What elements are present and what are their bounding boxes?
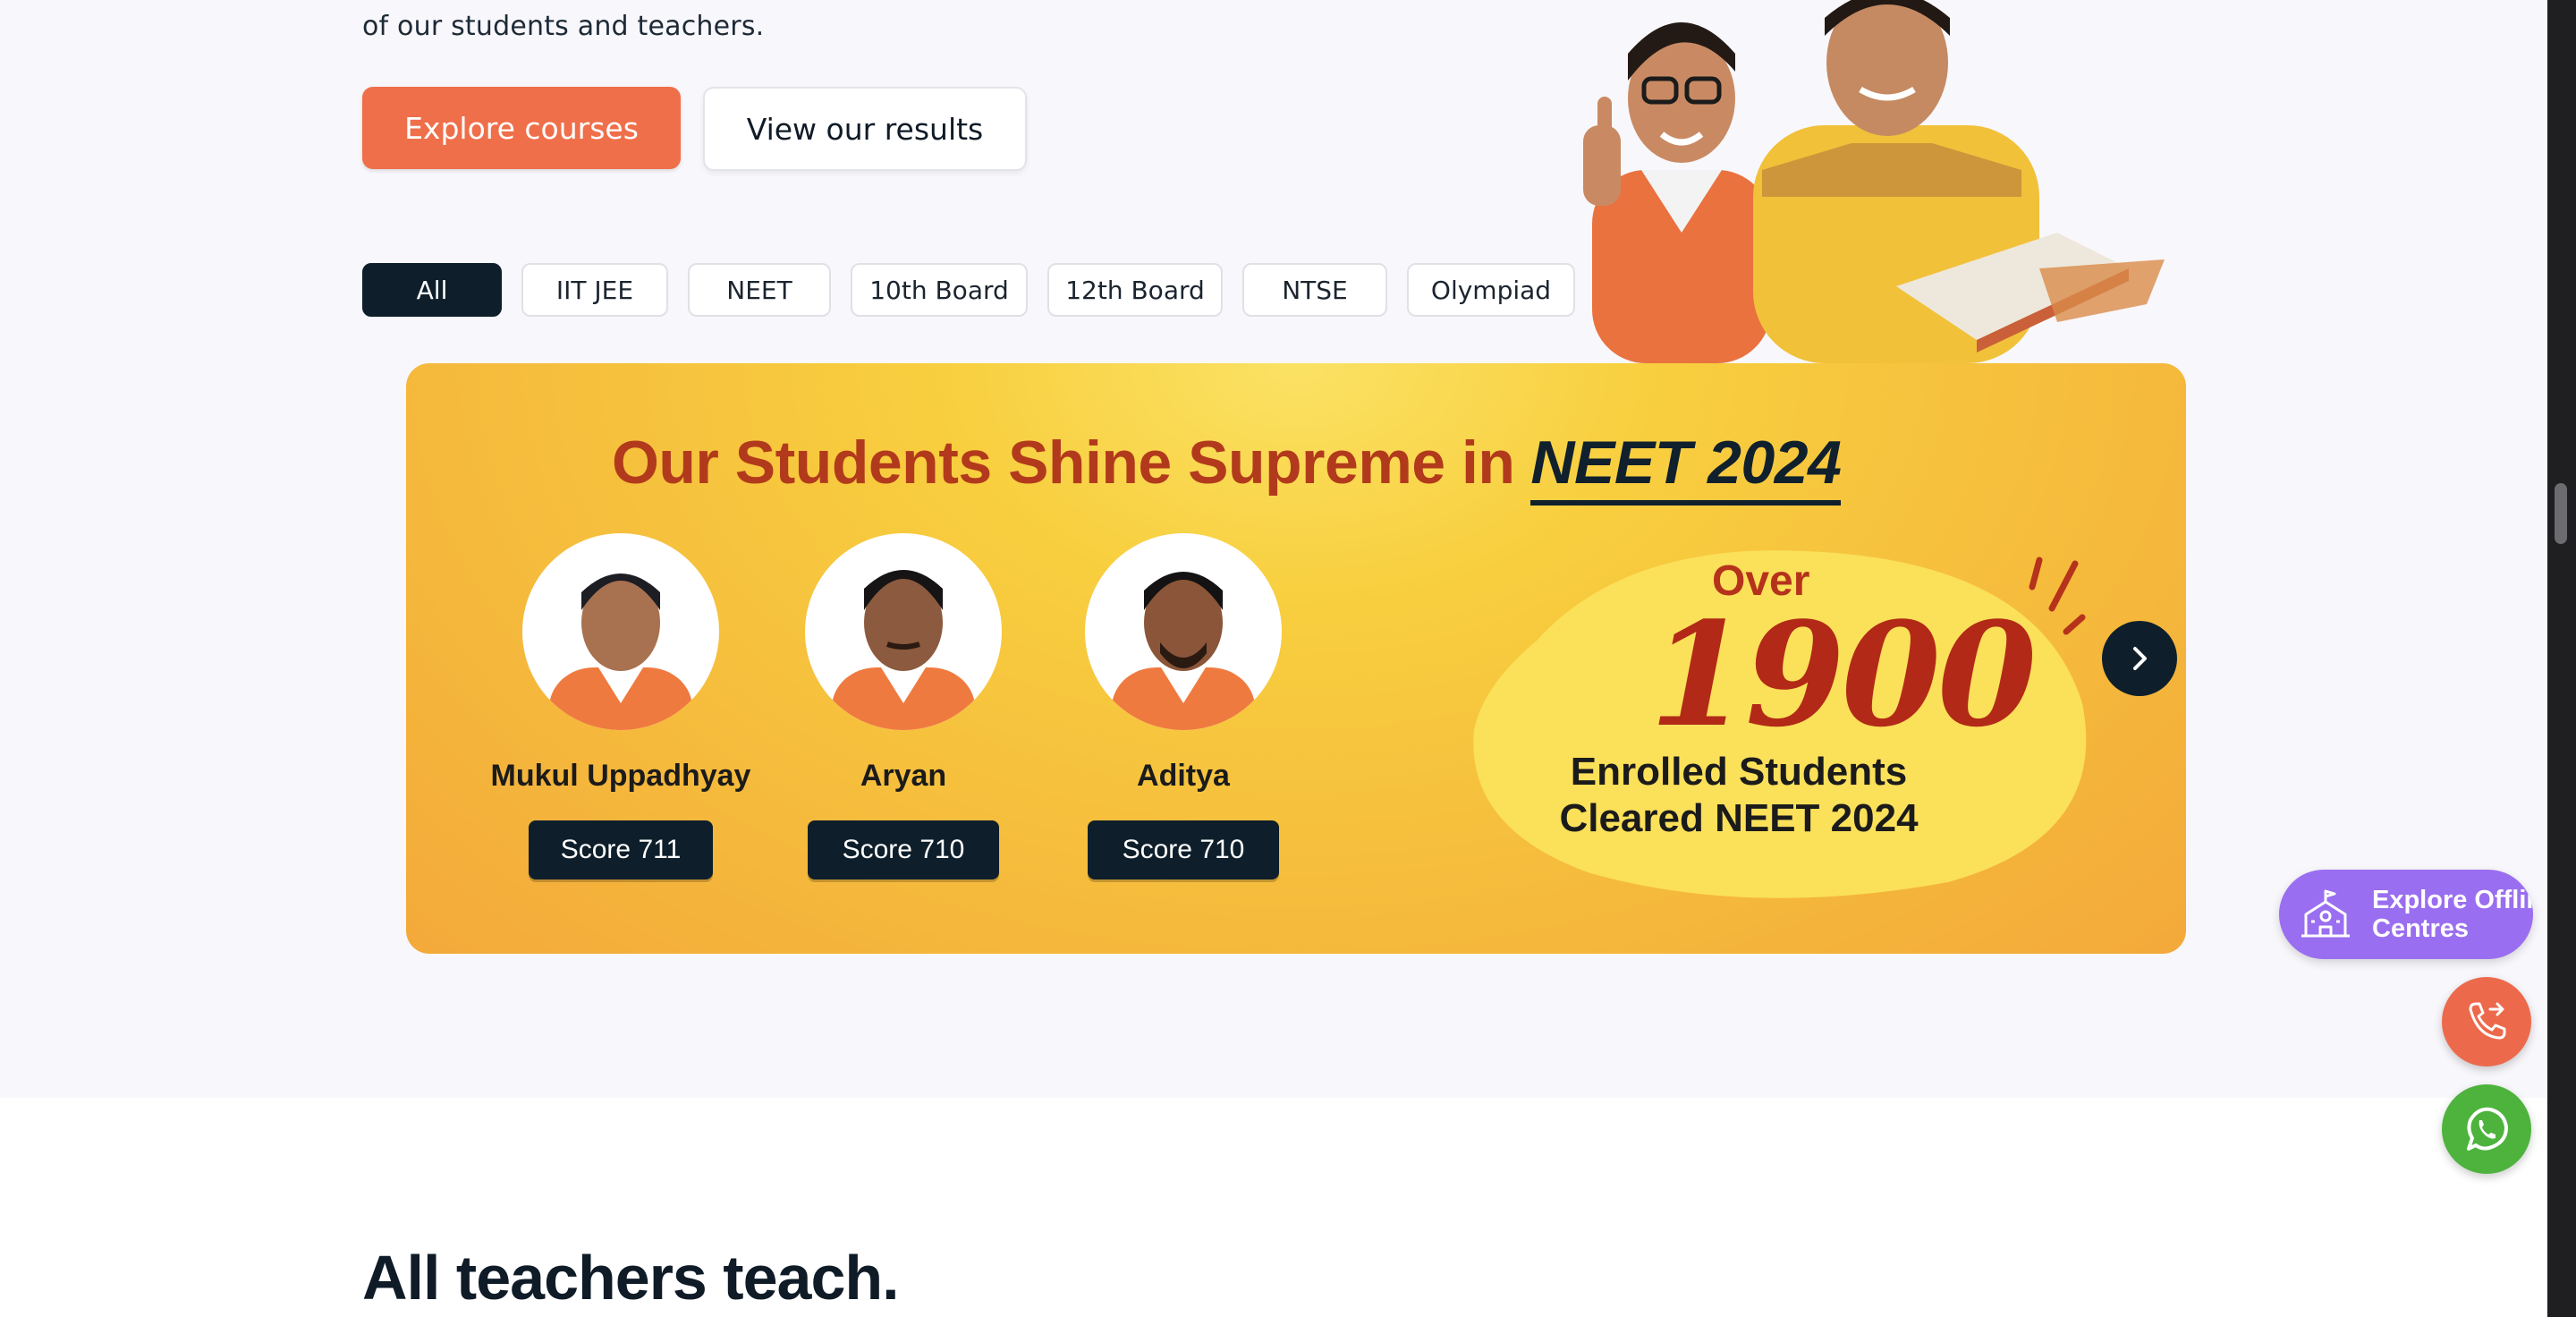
intro-text: of our students and teachers. bbox=[362, 11, 765, 42]
filter-olympiad[interactable]: Olympiad bbox=[1407, 263, 1575, 317]
centres-label-line-2: Centres bbox=[2372, 914, 2469, 943]
student-name: Mukul Uppadhyay bbox=[490, 759, 751, 793]
call-button[interactable] bbox=[2442, 977, 2531, 1066]
banner-title-exam: NEET 2024 bbox=[1530, 429, 1842, 506]
filter-ntse[interactable]: NTSE bbox=[1242, 263, 1387, 317]
student-score: Score 710 bbox=[1088, 820, 1279, 879]
stat-line-2: Cleared NEET 2024 bbox=[1559, 796, 1919, 840]
stat-line-1: Enrolled Students bbox=[1570, 750, 1908, 794]
filter-10th-board[interactable]: 10th Board bbox=[851, 263, 1028, 317]
student-name: Aryan bbox=[860, 759, 947, 793]
student-photo bbox=[1085, 533, 1282, 730]
results-banner[interactable]: Our Students Shine Supreme in NEET 2024 M… bbox=[406, 363, 2186, 954]
explore-courses-button[interactable]: Explore courses bbox=[362, 87, 681, 169]
carousel-next-button[interactable] bbox=[2102, 621, 2177, 696]
section-heading: All teachers teach. bbox=[362, 1243, 900, 1313]
whatsapp-button[interactable] bbox=[2442, 1084, 2531, 1174]
student-card: Aryan Score 710 bbox=[760, 533, 1046, 879]
centres-label-line-1: Explore Offlin bbox=[2372, 886, 2533, 914]
student-card: Aditya Score 710 bbox=[1040, 533, 1326, 879]
filter-12th-board[interactable]: 12th Board bbox=[1047, 263, 1223, 317]
explore-offline-centres-button[interactable]: Explore Offlin Centres bbox=[2279, 870, 2533, 959]
student-photo bbox=[805, 533, 1002, 730]
exam-filter-tabs: All IIT JEE NEET 10th Board 12th Board N… bbox=[362, 263, 1575, 317]
filter-iit-jee[interactable]: IIT JEE bbox=[521, 263, 668, 317]
student-name: Aditya bbox=[1137, 759, 1230, 793]
stat-number: 1900 bbox=[1649, 591, 2037, 759]
student-score: Score 710 bbox=[808, 820, 999, 879]
student-score: Score 711 bbox=[529, 820, 713, 879]
filter-all[interactable]: All bbox=[362, 263, 502, 317]
school-icon bbox=[2301, 889, 2350, 938]
student-card: Mukul Uppadhyay Score 711 bbox=[478, 533, 764, 879]
student-photo bbox=[522, 533, 719, 730]
hero-students-illustration bbox=[1583, 0, 2165, 363]
scrollbar-track[interactable] bbox=[2547, 0, 2576, 1317]
view-results-button[interactable]: View our results bbox=[703, 87, 1027, 171]
filter-neet[interactable]: NEET bbox=[688, 263, 831, 317]
chevron-right-icon bbox=[2133, 647, 2147, 670]
banner-title: Our Students Shine Supreme in NEET 2024 bbox=[612, 428, 1842, 506]
whatsapp-icon bbox=[2467, 1107, 2508, 1151]
phone-icon bbox=[2469, 1002, 2506, 1040]
banner-title-prefix: Our Students Shine Supreme in bbox=[612, 429, 1515, 497]
scrollbar-thumb[interactable] bbox=[2555, 483, 2567, 544]
